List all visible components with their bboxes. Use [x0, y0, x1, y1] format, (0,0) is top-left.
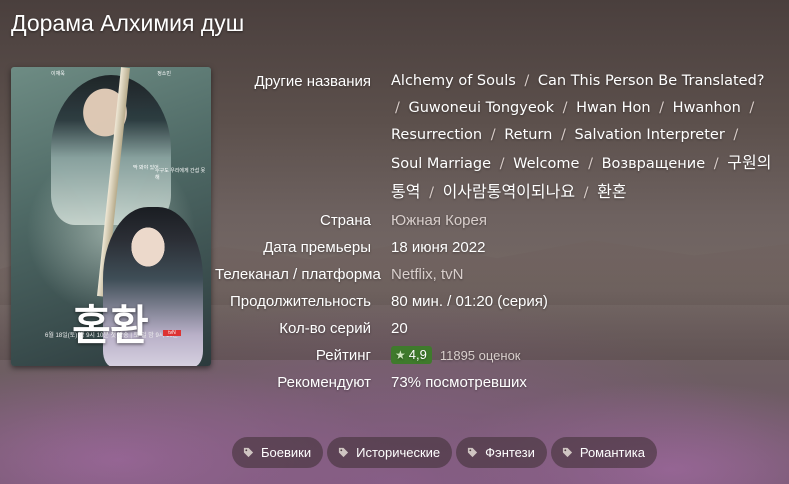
alt-name-separator: / — [524, 73, 530, 89]
poster-actor-left: 이재욱 — [51, 71, 65, 77]
alt-name-item: Can This Person Be Translated? — [537, 73, 765, 89]
network-link[interactable]: Netflix, tvN — [391, 261, 775, 288]
tag-icon — [468, 447, 478, 458]
recommend-label: Рекомендуют — [277, 374, 371, 391]
info-row-episodes: Кол-во серий 20 — [215, 315, 775, 342]
alt-name-item: Salvation Interpreter — [574, 127, 725, 143]
duration-value: 80 мин. / 01:20 (серия) — [391, 293, 548, 310]
rating-badge[interactable]: ★ 4,9 — [391, 346, 432, 364]
alt-name-separator: / — [560, 127, 566, 143]
rating-value: ★ 4,9 11895 оценок — [391, 342, 775, 369]
rating-votes: 11895 оценок — [439, 348, 521, 363]
info-row-recommend: Рекомендуют 73% посмотревших — [215, 369, 775, 396]
genre-tag-label: Исторические — [356, 445, 441, 460]
alt-name-item: Возвращение — [601, 156, 706, 172]
poster-actor-right: 정소민 — [157, 71, 171, 77]
episodes-label: Кол-во серий — [279, 320, 371, 337]
genre-tag[interactable]: Романтика — [550, 437, 657, 468]
poster-image: 이재욱 정소민 딱 봐야 있어. 누구도 우리에게 간섭 못 해 환혼 6월 1… — [11, 67, 211, 366]
alt-name-separator: / — [395, 100, 400, 116]
episodes-value: 20 — [391, 320, 408, 337]
alt-names-list: Alchemy of Souls / Can This Person Be Tr… — [391, 68, 775, 207]
drama-info: Другие названия Alchemy of Souls / Can T… — [215, 68, 775, 396]
alt-name-separator: / — [562, 100, 568, 116]
alt-name-item: 이사람통역이되나요 — [442, 182, 576, 201]
country-link[interactable]: Южная Корея — [391, 207, 775, 234]
genre-tag[interactable]: Фэнтези — [456, 437, 547, 468]
premiere-label: Дата премьеры — [263, 239, 371, 256]
alt-name-item: Guwoneui Tongyeok — [408, 100, 555, 116]
alt-name-separator: / — [733, 127, 739, 143]
alt-name-separator: / — [583, 185, 589, 201]
alt-name-separator: / — [713, 156, 719, 172]
info-row-network: Телеканал / платформа Netflix, tvN — [215, 261, 775, 288]
alt-name-separator: / — [749, 100, 755, 116]
alt-name-item: Resurrection — [391, 127, 483, 143]
info-row-rating: Рейтинг ★ 4,9 11895 оценок — [215, 342, 775, 369]
duration-label: Продолжительность — [230, 293, 371, 310]
rating-score: 4,9 — [408, 347, 427, 362]
recommend-value: 73% посмотревших — [391, 374, 527, 391]
tag-icon — [339, 447, 349, 458]
alt-name-separator: / — [490, 127, 496, 143]
info-row-alt-names: Другие названия Alchemy of Souls / Can T… — [215, 68, 775, 207]
poster-footer-text: 6월 18일(토) 밤 9시 10분 첫 방송 | 토·일 밤 9시 10분 — [45, 333, 179, 339]
alt-name-item: Soul Marriage — [391, 156, 492, 172]
tag-icon — [243, 447, 254, 458]
alt-name-separator: / — [659, 100, 665, 116]
info-row-duration: Продолжительность 80 мин. / 01:20 (серия… — [215, 288, 775, 315]
genre-tags: Боевики Исторические Фэнтези Романтика — [232, 437, 657, 468]
alt-name-item: Alchemy of Souls — [391, 73, 516, 89]
poster-quote-right: 누구도 우리에게 간섭 못 해 — [155, 168, 206, 181]
genre-tag[interactable]: Боевики — [232, 437, 324, 468]
genre-tag-label: Романтика — [579, 445, 645, 460]
alt-names-label: Другие названия — [254, 73, 371, 90]
rating-label: Рейтинг — [315, 347, 371, 364]
alt-name-item: Hwanhon — [672, 100, 741, 116]
info-row-premiere: Дата премьеры 18 июня 2022 — [215, 234, 775, 261]
poster-channel-logo: tvN — [163, 330, 181, 336]
star-icon: ★ — [395, 348, 406, 362]
alt-name-separator: / — [499, 156, 505, 172]
alt-name-item: Return — [504, 127, 553, 143]
alt-name-item: Welcome — [513, 156, 580, 172]
alt-name-item: Hwan Hon — [576, 100, 651, 116]
alt-name-separator: / — [588, 156, 593, 172]
network-label: Телеканал / платформа — [215, 266, 381, 283]
tag-icon — [562, 447, 572, 458]
info-row-country: Страна Южная Корея — [215, 207, 775, 234]
genre-tag[interactable]: Исторические — [327, 437, 453, 468]
country-label: Страна — [319, 212, 371, 229]
alt-name-separator: / — [429, 185, 434, 201]
premiere-value: 18 июня 2022 — [391, 239, 486, 256]
page-title: Дорама Алхимия душ — [11, 10, 245, 36]
alt-name-item: 환혼 — [597, 182, 627, 201]
genre-tag-label: Фэнтези — [485, 445, 535, 460]
genre-tag-label: Боевики — [261, 445, 312, 460]
